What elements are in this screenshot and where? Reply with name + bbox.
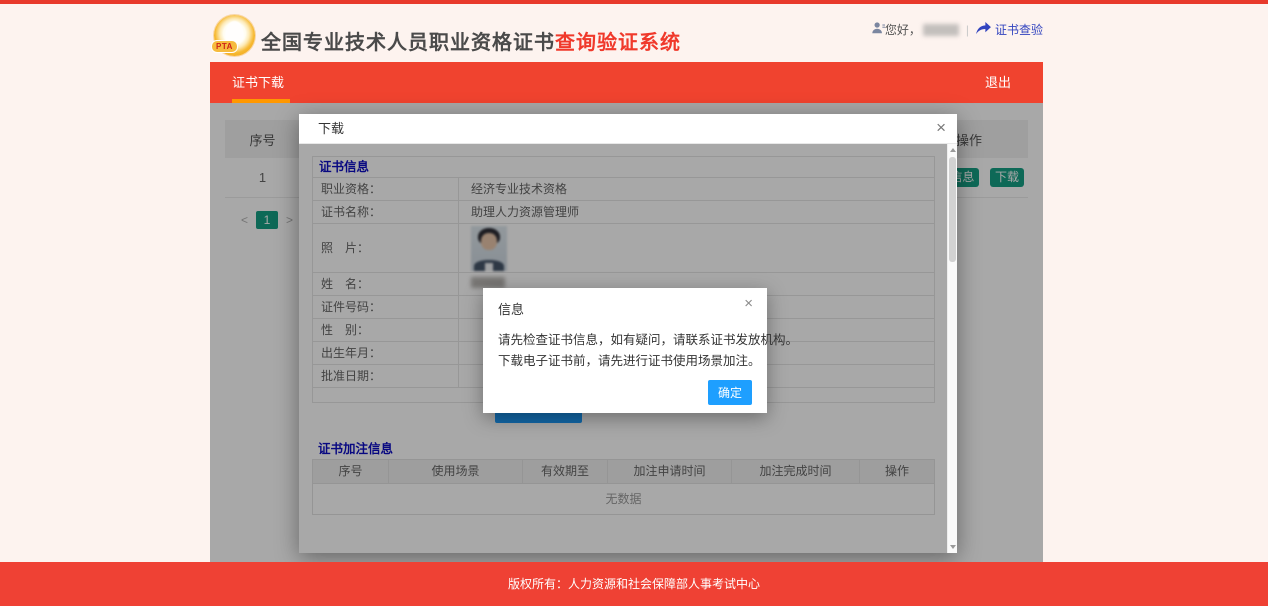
page-title-red: 查询验证系统 (555, 32, 681, 54)
footer: 版权所有：人力资源和社会保障部人事考试中心 (0, 562, 1268, 606)
verify-link[interactable]: 证书查验 (995, 21, 1043, 38)
download-modal-title: 下载 (318, 121, 344, 136)
message-line-2: 下载电子证书前，请先进行证书使用场景加注。 (498, 351, 798, 372)
logo-pta-label: PTA (211, 40, 238, 53)
user-bar: 您好， | 证书查验 (871, 21, 1043, 38)
pta-logo-icon: PTA (214, 15, 255, 56)
info-modal-close-icon[interactable]: × (744, 295, 753, 312)
top-accent-bar (0, 0, 1268, 4)
scroll-up-icon[interactable] (950, 148, 956, 152)
info-modal-title: 信息 (498, 299, 524, 318)
modal-scrollbar[interactable] (947, 144, 957, 553)
info-modal: 信息 × 请先检查证书信息，如有疑问，请联系证书发放机构。 下载电子证书前，请先… (483, 288, 767, 413)
navbar: 证书下载 退出 (210, 62, 1043, 103)
logout-button[interactable]: 退出 (985, 62, 1011, 103)
download-modal-close-icon[interactable]: × (936, 118, 946, 138)
info-modal-message: 请先检查证书信息，如有疑问，请联系证书发放机构。 下载电子证书前，请先进行证书使… (498, 330, 798, 372)
page-title-black: 全国专业技术人员职业资格证书 (261, 32, 555, 54)
confirm-button[interactable]: 确定 (708, 380, 752, 405)
greeting-text: 您好， (885, 21, 921, 38)
username-redacted (923, 24, 959, 36)
share-arrow-icon (976, 22, 991, 38)
tab-cert-download[interactable]: 证书下载 (232, 62, 284, 103)
footer-copyright: 版权所有：人力资源和社会保障部人事考试中心 (508, 577, 760, 591)
message-line-1: 请先检查证书信息，如有疑问，请联系证书发放机构。 (498, 330, 798, 351)
download-modal-header: 下载 × (299, 114, 957, 144)
person-icon (871, 21, 885, 38)
scrollbar-thumb[interactable] (949, 157, 956, 262)
page-title: 全国专业技术人员职业资格证书查询验证系统 (261, 26, 681, 55)
separator: | (966, 23, 969, 37)
scroll-down-icon[interactable] (950, 545, 956, 549)
